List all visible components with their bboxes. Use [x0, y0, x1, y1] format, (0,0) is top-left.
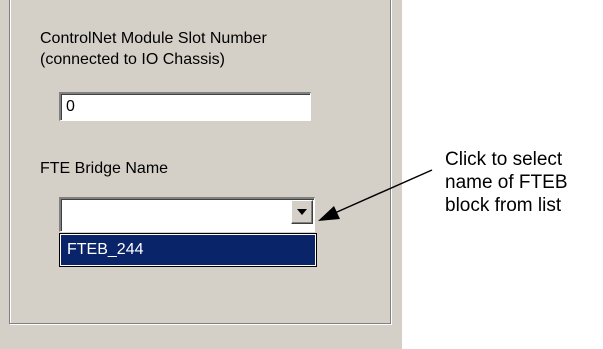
callout-line2: name of FTEB	[445, 172, 568, 193]
callout-line1: Click to select	[445, 149, 563, 170]
callout-line3: block from list	[445, 195, 562, 216]
callout-text: Click to select name of FTEB block from …	[445, 148, 568, 217]
